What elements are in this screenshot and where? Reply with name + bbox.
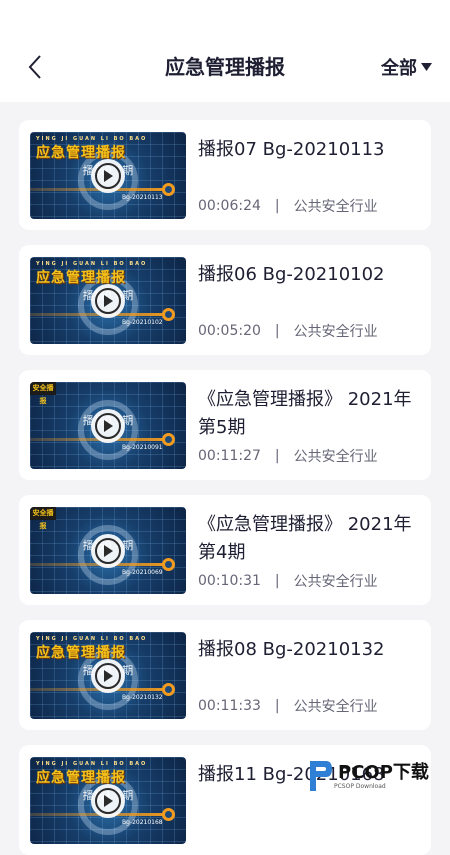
caret-down-icon (421, 62, 432, 71)
thumbnail-progress-dot (162, 433, 175, 446)
play-button[interactable] (91, 409, 125, 443)
video-title: 《应急管理播报》 2021年第5期 (198, 389, 412, 438)
thumbnail-banner: YING JI GUAN LI BO BAO 应急管理播报 (36, 261, 180, 286)
thumbnail-progress-dot (162, 308, 175, 321)
play-icon (95, 163, 121, 189)
thumbnail-code: Bg-20210069 (122, 569, 163, 576)
video-card[interactable]: YING JI GUAN LI BO BAO 应急管理播报 播报0 8期 Bg-… (19, 620, 431, 730)
video-card[interactable]: 安全播报 播报0 5期 Bg-20210091 《应急管理播报》 2021年第5… (19, 370, 431, 480)
play-icon (95, 538, 121, 564)
video-title: 《应急管理播报》 2021年第4期 (198, 514, 412, 563)
watermark-logo-icon (310, 761, 332, 791)
play-icon (95, 788, 121, 814)
video-meta: 00:05:20 | 公共安全行业 (198, 321, 378, 341)
video-thumbnail[interactable]: 安全播报 播报0 4期 Bg-20210069 (30, 507, 186, 594)
video-meta: 00:11:33 | 公共安全行业 (198, 696, 378, 716)
watermark-subtext: PCSOP Download (334, 782, 386, 790)
watermark: PCOP下载 PCSOP Download (306, 756, 446, 796)
video-duration: 00:05:20 (198, 323, 261, 339)
play-button[interactable] (91, 784, 125, 818)
video-category: 公共安全行业 (293, 699, 378, 715)
play-button[interactable] (91, 159, 125, 193)
meta-separator: | (274, 448, 280, 464)
play-button[interactable] (91, 534, 125, 568)
video-thumbnail[interactable]: YING JI GUAN LI BO BAO 应急管理播报 播报0 8期 Bg-… (30, 632, 186, 719)
video-meta: 00:10:31 | 公共安全行业 (198, 571, 378, 591)
play-icon (95, 288, 121, 314)
video-category: 公共安全行业 (293, 449, 378, 465)
play-icon (95, 413, 121, 439)
thumbnail-tag: 安全播报 (30, 382, 56, 405)
video-duration: 00:06:24 (198, 198, 261, 214)
video-thumbnail[interactable]: YING JI GUAN LI BO BAO 应急管理播报 播报0 7期 Bg-… (30, 132, 186, 219)
video-card[interactable]: YING JI GUAN LI BO BAO 应急管理播报 播报0 7期 Bg-… (19, 120, 431, 230)
thumbnail-banner: YING JI GUAN LI BO BAO 应急管理播报 (36, 136, 180, 161)
filter-dropdown[interactable]: 全部 (381, 52, 432, 82)
video-thumbnail[interactable]: YING JI GUAN LI BO BAO 应急管理播报 播报1 1期 Bg-… (30, 757, 186, 844)
thumbnail-tag: 安全播报 (30, 507, 56, 530)
meta-separator: | (274, 698, 280, 714)
meta-separator: | (274, 198, 280, 214)
video-category: 公共安全行业 (293, 574, 378, 590)
video-card[interactable]: YING JI GUAN LI BO BAO 应急管理播报 播报0 6期 Bg-… (19, 245, 431, 355)
video-card[interactable]: 安全播报 播报0 4期 Bg-20210069 《应急管理播报》 2021年第4… (19, 495, 431, 605)
filter-label: 全部 (381, 58, 417, 79)
video-duration: 00:11:27 (198, 448, 261, 464)
thumbnail-banner: YING JI GUAN LI BO BAO 应急管理播报 (36, 636, 180, 661)
meta-separator: | (274, 573, 280, 589)
video-category: 公共安全行业 (293, 199, 378, 215)
video-thumbnail[interactable]: 安全播报 播报0 5期 Bg-20210091 (30, 382, 186, 469)
play-button[interactable] (91, 284, 125, 318)
watermark-text: PCOP下载 (338, 761, 429, 783)
thumbnail-progress-dot (162, 183, 175, 196)
thumbnail-code: Bg-20210091 (122, 444, 163, 451)
video-title: 播报07 Bg-20210113 (198, 139, 385, 160)
video-meta: 00:06:24 | 公共安全行业 (198, 196, 378, 216)
video-duration: 00:10:31 (198, 573, 261, 589)
video-duration: 00:11:33 (198, 698, 261, 714)
thumbnail-progress-dot (162, 808, 175, 821)
thumbnail-banner: YING JI GUAN LI BO BAO 应急管理播报 (36, 761, 180, 786)
thumbnail-progress-dot (162, 558, 175, 571)
thumbnail-code: Bg-20210132 (122, 694, 163, 701)
thumbnail-code: Bg-20210168 (122, 819, 163, 826)
video-category: 公共安全行业 (293, 324, 378, 340)
meta-separator: | (274, 323, 280, 339)
thumbnail-progress-dot (162, 683, 175, 696)
thumbnail-code: Bg-20210113 (122, 194, 163, 201)
play-icon (95, 663, 121, 689)
thumbnail-code: Bg-20210102 (122, 319, 163, 326)
video-meta: 00:11:27 | 公共安全行业 (198, 446, 378, 466)
play-button[interactable] (91, 659, 125, 693)
video-title: 播报08 Bg-20210132 (198, 639, 385, 660)
header-bar: 应急管理播报 全部 (0, 0, 450, 102)
video-title: 播报06 Bg-20210102 (198, 264, 385, 285)
video-thumbnail[interactable]: YING JI GUAN LI BO BAO 应急管理播报 播报0 6期 Bg-… (30, 257, 186, 344)
